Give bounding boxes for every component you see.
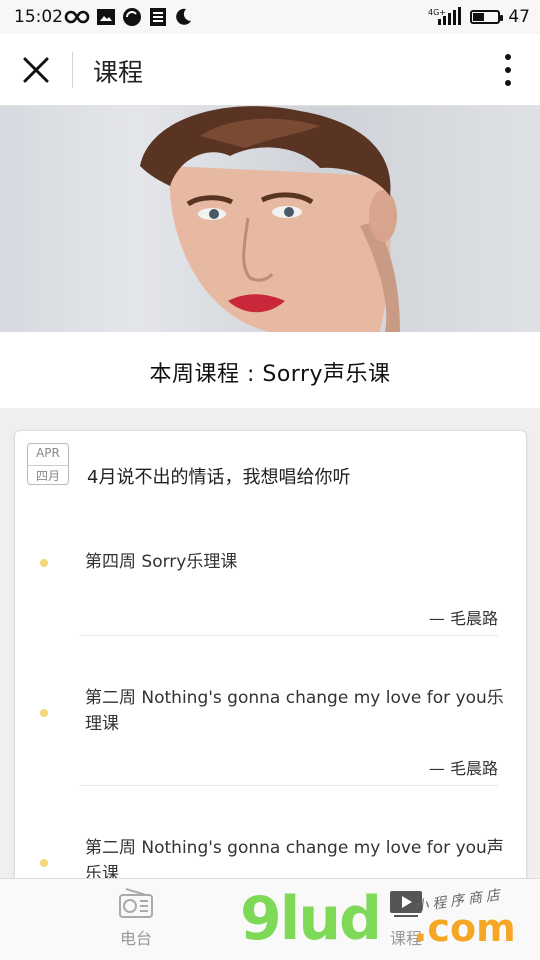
lesson-title: 第四周 Sorry乐理课 — [85, 552, 238, 572]
close-icon[interactable] — [20, 54, 52, 86]
video-icon — [390, 891, 422, 917]
status-right: 4G+ 47 — [428, 6, 530, 28]
course-banner[interactable] — [0, 106, 540, 332]
more-icon[interactable] — [498, 52, 518, 88]
course-title-section: 本周课程 : Sorry声乐课 — [0, 332, 540, 408]
lesson-author: — 毛晨路 — [428, 609, 498, 628]
lesson-author: — 毛晨路 — [428, 759, 498, 778]
item-divider — [79, 785, 498, 786]
date-divider — [28, 465, 68, 466]
image-icon — [97, 9, 115, 25]
signal-icon: 4G+ — [428, 7, 462, 25]
status-bar: 15:02 4G+ 47 — [0, 0, 540, 34]
lesson-item[interactable]: 第二周 Nothing's gonna change my love for y… — [15, 637, 526, 787]
portrait-photo — [140, 106, 400, 332]
tab-course[interactable]: 课程 — [366, 887, 446, 949]
app-icon — [123, 8, 141, 26]
bullet-dot — [40, 709, 48, 717]
nav-divider — [72, 52, 73, 88]
course-title: 本周课程 : Sorry声乐课 — [149, 362, 391, 387]
date-badge: APR 四月 — [27, 443, 69, 485]
notification-icons — [64, 6, 192, 28]
svg-text:4G+: 4G+ — [428, 8, 446, 17]
battery-icon — [470, 10, 504, 24]
moon-icon — [176, 8, 191, 25]
tab-course-label: 课程 — [389, 929, 422, 948]
bottom-tab-bar: 电台 课程 — [0, 878, 540, 960]
tab-radio-label: 电台 — [119, 929, 152, 948]
course-card: APR 四月 4月说不出的情话，我想唱给你听 第四周 Sorry乐理课 — 毛晨… — [14, 430, 527, 902]
document-icon — [150, 8, 166, 26]
date-month-cn: 四月 — [35, 469, 60, 483]
bullet-dot — [40, 559, 48, 567]
lesson-title: 第二周 Nothing's gonna change my love for y… — [85, 688, 504, 734]
item-divider — [79, 635, 498, 636]
nav-bar: 课程 — [0, 34, 540, 106]
bullet-dot — [40, 859, 48, 867]
date-month-en: APR — [36, 446, 60, 460]
infinity-icon — [64, 10, 90, 24]
page-title: 课程 — [93, 58, 144, 87]
radio-icon — [119, 888, 153, 918]
status-time: 15:02 — [14, 7, 63, 27]
battery-percent: 47 — [508, 7, 530, 27]
lesson-item[interactable]: 第四周 Sorry乐理课 — 毛晨路 — [15, 523, 526, 637]
tab-radio[interactable]: 电台 — [96, 887, 176, 949]
card-heading: 4月说不出的情话，我想唱给你听 — [87, 467, 351, 488]
